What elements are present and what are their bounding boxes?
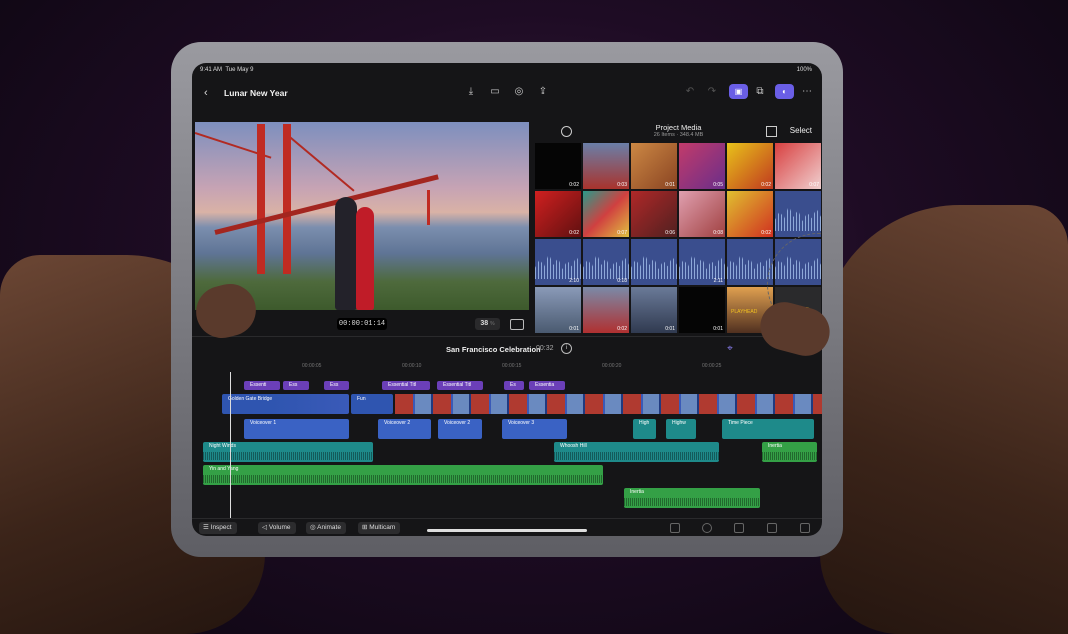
app-screen: 9:41 AM Tue May 9 100% ‹ Lunar New Year …: [192, 63, 822, 536]
more-icon[interactable]: ⋯: [801, 86, 813, 98]
bridge-deck: [214, 174, 439, 235]
bridge-tower-far: [427, 190, 430, 225]
battery-level: 100%: [796, 67, 812, 73]
home-indicator: [427, 529, 587, 532]
title-bar: ‹ Lunar New Year ⤓ ▭ ◎ ⇪ ↶ ↷ ▣ ⧉ ◐ ⋯: [192, 77, 822, 109]
media-thumb[interactable]: 0:01: [679, 287, 725, 333]
video-viewer[interactable]: [195, 122, 529, 310]
song-clip[interactable]: Inertia: [624, 488, 760, 508]
audio-thumb[interactable]: 2:11: [679, 239, 725, 285]
inspect-button[interactable]: ☰ Inspect: [199, 522, 237, 534]
redo-icon[interactable]: ↷: [706, 86, 718, 98]
animate-button[interactable]: ◎ Animate: [306, 522, 346, 534]
audio-thumb[interactable]: 2:10: [535, 239, 581, 285]
undo-icon[interactable]: ↶: [684, 86, 696, 98]
delete-icon[interactable]: [670, 523, 680, 533]
media-thumb[interactable]: 0:01: [535, 287, 581, 333]
status-time: 9:41 AM Tue May 9: [200, 67, 254, 73]
media-thumb[interactable]: 0:06: [631, 191, 677, 237]
timeline-duration: 00:32: [536, 345, 554, 352]
info-icon[interactable]: i: [561, 343, 572, 354]
title-clip[interactable]: Essential Titl: [382, 381, 430, 390]
voiceover-icon[interactable]: ◎: [513, 86, 525, 98]
music-clip[interactable]: Night Winds: [203, 442, 373, 462]
bridge-tower: [257, 124, 265, 274]
media-thumb[interactable]: 0:02: [583, 287, 629, 333]
voiceover-clip[interactable]: Voiceover 2: [438, 419, 482, 439]
timeline-header: San Francisco Celebration 00:32 i ⌖: [192, 336, 822, 361]
timeline-title: San Francisco Celebration: [446, 345, 541, 354]
bottom-toolbar: ☰ Inspect ◁ Volume ◎ Animate ⊞ Multicam: [192, 518, 822, 536]
music-clip[interactable]: Whoosh Hill: [554, 442, 719, 462]
media-thumb[interactable]: 0:02: [727, 191, 773, 237]
audio-thumb[interactable]: [631, 239, 677, 285]
audio-thumb[interactable]: [775, 191, 821, 237]
bridge-tower: [283, 124, 291, 274]
media-thumb[interactable]: 0:07: [583, 191, 629, 237]
import-icon[interactable]: ⤓: [465, 86, 477, 98]
media-thumb[interactable]: 0:03: [583, 143, 629, 189]
status-bar: 9:41 AM Tue May 9 100%: [192, 63, 822, 77]
voiceover-clip[interactable]: Voiceover 2: [378, 419, 431, 439]
media-thumb[interactable]: 0:07: [775, 143, 821, 189]
audio-thumb[interactable]: 0:18: [583, 239, 629, 285]
video-clip[interactable]: Golden Gate Bridge: [222, 394, 349, 414]
title-clip[interactable]: Essenti: [244, 381, 280, 390]
title-clip[interactable]: Essential Titl: [437, 381, 483, 390]
media-thumb[interactable]: 0:01: [631, 143, 677, 189]
title-clip[interactable]: Ess: [283, 381, 309, 390]
camera-icon[interactable]: ▭: [489, 86, 501, 98]
share-icon[interactable]: ⇪: [537, 86, 549, 98]
photos-button[interactable]: ▣: [729, 84, 748, 99]
person-woman: [356, 207, 374, 310]
volume-button[interactable]: ◁ Volume: [258, 522, 296, 534]
browser-title: Project Media: [655, 123, 702, 132]
voiceover-clip[interactable]: Time Piece: [722, 419, 814, 439]
bridge-cable: [284, 132, 355, 192]
ipad-frame: 9:41 AM Tue May 9 100% ‹ Lunar New Year …: [171, 42, 843, 557]
split-icon[interactable]: [767, 523, 777, 533]
title-clip[interactable]: Ess: [324, 381, 349, 390]
voiceover-clip[interactable]: High: [633, 419, 656, 439]
music-clip[interactable]: Inertia: [762, 442, 817, 462]
zoom-level[interactable]: 38 %: [475, 318, 500, 330]
fit-view-icon[interactable]: [510, 319, 524, 330]
playhead-label: PLAYHEAD: [731, 309, 758, 315]
media-thumb[interactable]: 0:02: [727, 143, 773, 189]
media-thumb[interactable]: 0:02: [535, 191, 581, 237]
grid-view-icon[interactable]: [766, 126, 777, 137]
voiceover-clip[interactable]: Voiceover 1: [244, 419, 349, 439]
video-clip[interactable]: Fun: [351, 394, 393, 414]
project-title: Lunar New Year: [224, 88, 288, 98]
back-chevron-icon[interactable]: ‹: [204, 87, 208, 99]
person-man: [335, 197, 357, 310]
audio-thumb[interactable]: [727, 239, 773, 285]
trim-icon[interactable]: [800, 523, 810, 533]
title-clip[interactable]: Essentia: [529, 381, 565, 390]
title-clip[interactable]: Es: [504, 381, 524, 390]
timeline-ruler: 00:00:05 00:00:10 00:00:15 00:00:20 00:0…: [302, 363, 722, 369]
select-button[interactable]: Select: [790, 126, 812, 135]
media-thumb[interactable]: 0:01: [631, 287, 677, 333]
effects-button[interactable]: ◐: [775, 84, 794, 99]
right-hand: [820, 205, 1068, 634]
layers-icon[interactable]: ⧉: [754, 86, 766, 98]
media-thumb[interactable]: 0:08: [679, 191, 725, 237]
voiceover-clip[interactable]: Voiceover 3: [502, 419, 567, 439]
song-clip[interactable]: Yin and Yang: [203, 465, 603, 485]
media-thumb[interactable]: 0:05: [679, 143, 725, 189]
detach-icon[interactable]: [734, 523, 744, 533]
browser-subtitle: 26 Items · 348.4 MB: [653, 132, 704, 138]
video-storyline-thumbs[interactable]: [395, 394, 822, 414]
snapping-icon[interactable]: ⌖: [724, 343, 736, 355]
browser-header: Project Media 26 Items · 348.4 MB Select: [535, 121, 822, 143]
multicam-button[interactable]: ⊞ Multicam: [358, 522, 401, 534]
voiceover-clip[interactable]: Highw: [666, 419, 696, 439]
timecode-display: 00:00:01:14: [337, 318, 387, 330]
speed-icon[interactable]: [702, 523, 712, 533]
timeline-playhead[interactable]: [230, 372, 231, 518]
media-thumb[interactable]: 0:02: [535, 143, 581, 189]
